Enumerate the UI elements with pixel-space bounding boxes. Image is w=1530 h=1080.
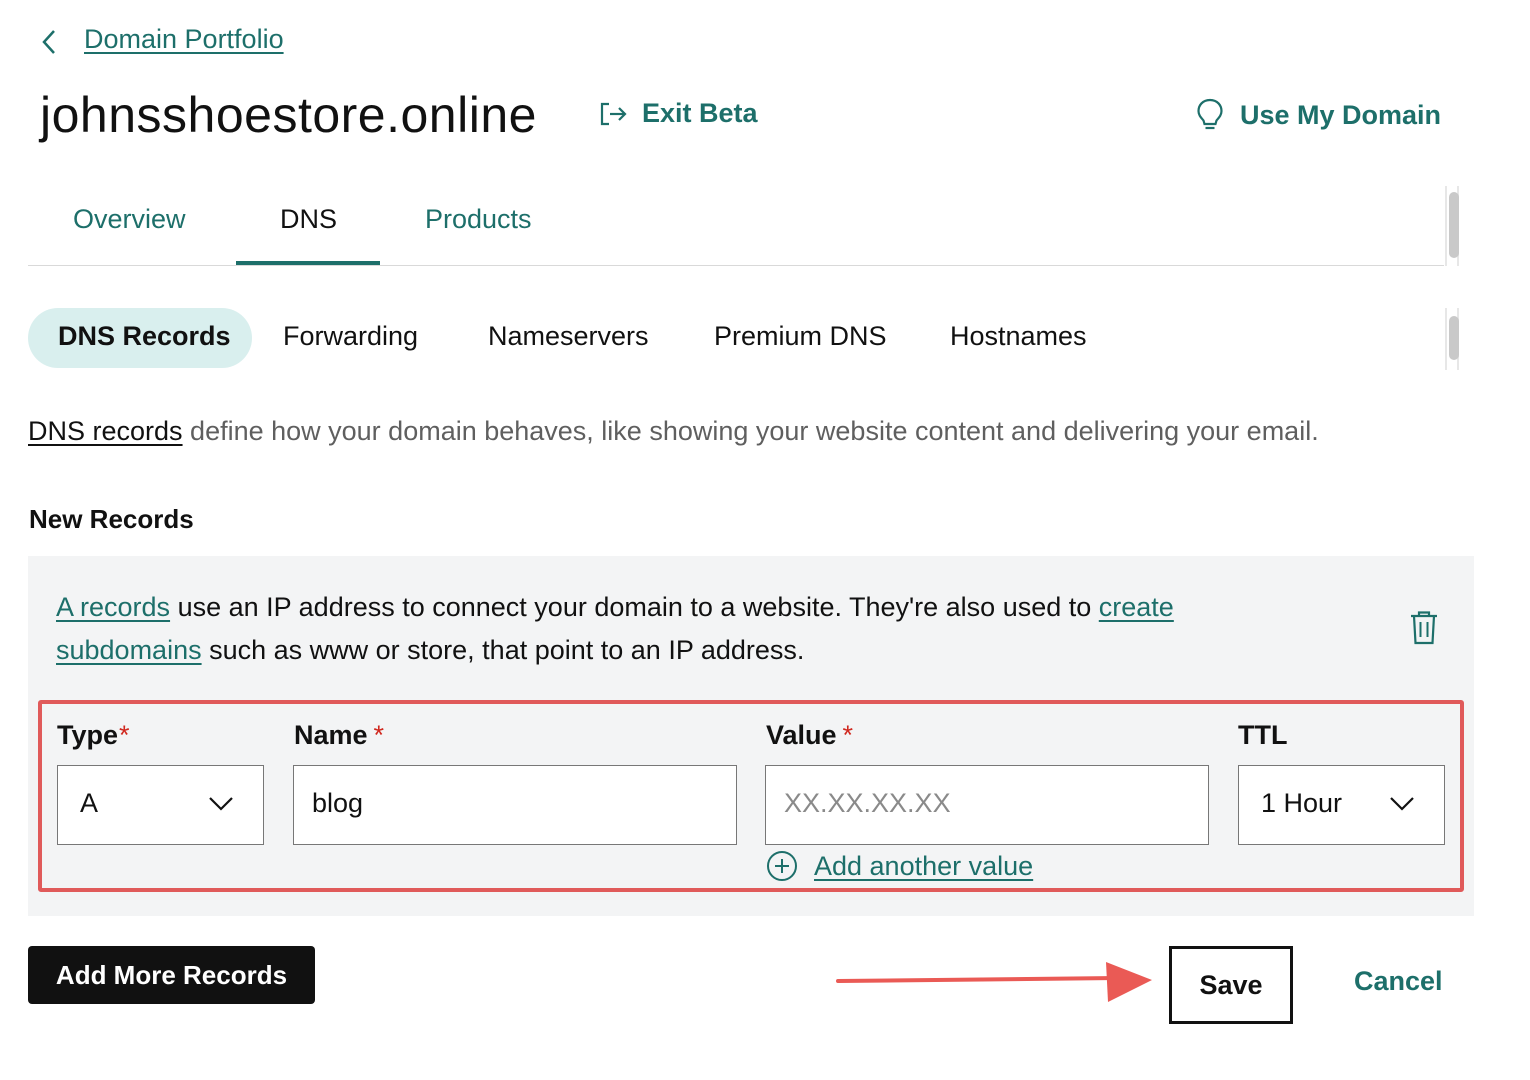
value-label: Value * [766,720,854,750]
use-my-domain-label: Use My Domain [1240,99,1442,130]
chevron-left-icon[interactable] [38,28,62,56]
add-another-value-button[interactable]: Add another value [766,850,1033,882]
plus-circle-icon [767,851,797,881]
dns-description-text: define how your domain behaves, like sho… [182,416,1319,446]
cancel-button[interactable]: Cancel [1354,966,1443,997]
active-tab-indicator [236,261,380,265]
chevron-down-icon [209,797,233,811]
chevron-down-icon [1390,797,1414,811]
tab-overview[interactable]: Overview [73,204,186,235]
a-record-info: A records use an IP address to connect y… [56,586,1316,672]
ttl-select-value: 1 Hour [1261,788,1343,818]
name-label: Name * [294,720,385,750]
type-select[interactable]: A [57,765,264,845]
page-title: johnsshoestore.online [40,87,537,143]
subtab-premium-dns[interactable]: Premium DNS [714,321,887,352]
use-my-domain-button[interactable]: Use My Domain [1196,98,1441,132]
lightbulb-icon [1197,98,1223,130]
a-record-info-text-1: use an IP address to connect your domain… [170,592,1099,622]
exit-beta-button[interactable]: Exit Beta [598,98,758,129]
main-tabs: Overview DNS Products [28,186,1444,266]
subtab-forwarding[interactable]: Forwarding [283,321,418,352]
tabs-scrollbar[interactable] [1445,186,1459,266]
save-button[interactable]: Save [1169,946,1293,1024]
tab-products[interactable]: Products [425,204,532,235]
type-select-value: A [80,788,99,818]
dns-records-link[interactable]: DNS records [28,416,183,446]
ttl-select[interactable]: 1 Hour [1238,765,1445,845]
tab-dns[interactable]: DNS [280,204,337,235]
a-record-info-text-2: such as www or store, that point to an I… [201,635,805,665]
new-record-card: A records use an IP address to connect y… [28,556,1474,916]
breadcrumb-domain-portfolio[interactable]: Domain Portfolio [84,24,284,55]
type-label: Type* [57,720,130,750]
name-input[interactable]: blog [293,765,737,845]
value-input-placeholder: XX.XX.XX.XX [784,788,951,818]
subtab-dns-records[interactable]: DNS Records [58,321,231,352]
add-another-value-label[interactable]: Add another value [814,851,1033,882]
name-input-value: blog [312,788,364,818]
add-more-records-button[interactable]: Add More Records [28,946,315,1004]
subtab-nameservers[interactable]: Nameservers [488,321,649,352]
value-input[interactable]: XX.XX.XX.XX [765,765,1209,845]
exit-icon [600,102,627,125]
new-records-heading: New Records [29,504,194,534]
dns-description: DNS records define how your domain behav… [28,416,1319,447]
exit-beta-label: Exit Beta [642,98,758,128]
annotation-arrow [836,962,1152,1002]
subtab-hostnames[interactable]: Hostnames [950,321,1087,352]
subtabs-scrollbar-thumb[interactable] [1449,316,1459,360]
ttl-label: TTL [1238,720,1288,750]
subtabs-scrollbar[interactable] [1445,308,1459,370]
trash-icon[interactable] [1408,610,1440,646]
a-records-link[interactable]: A records [56,592,170,622]
tabs-scrollbar-thumb[interactable] [1449,192,1459,258]
